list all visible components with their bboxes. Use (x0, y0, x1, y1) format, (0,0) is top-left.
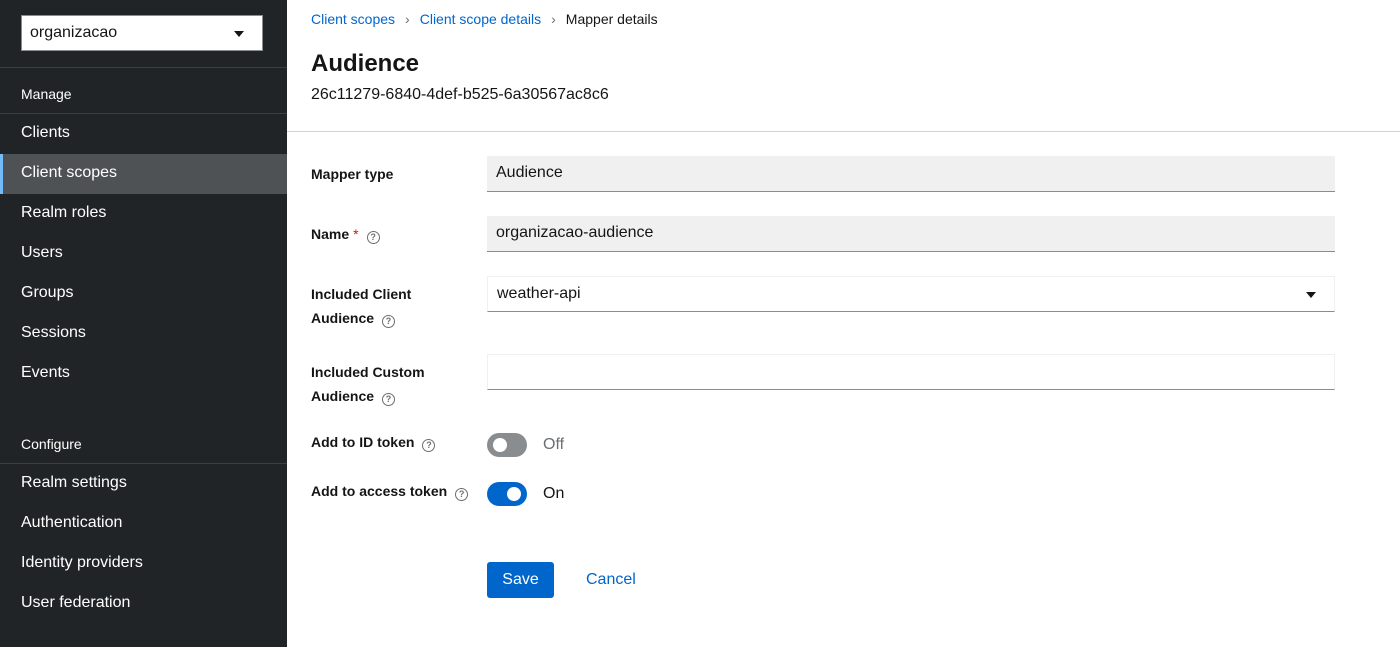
included-custom-audience-label-line1: Included Custom (311, 364, 425, 380)
included-client-audience-label-line2: Audience (311, 310, 375, 326)
name-label: Name *? (311, 222, 380, 246)
sidebar-item-clients[interactable]: Clients (0, 114, 287, 154)
breadcrumb-client-scopes[interactable]: Client scopes (311, 11, 395, 27)
sidebar-item-realm-roles[interactable]: Realm roles (0, 194, 287, 234)
add-to-id-token-label-text: Add to ID token (311, 434, 415, 450)
cancel-button[interactable]: Cancel (572, 562, 650, 598)
breadcrumb-client-scope-details[interactable]: Client scope details (420, 11, 541, 27)
sidebar-divider (0, 67, 287, 68)
add-to-id-token-state: Off (543, 436, 565, 453)
switch-knob (507, 487, 521, 501)
breadcrumb-current: Mapper details (565, 11, 658, 27)
sidebar-item-users[interactable]: Users (0, 234, 287, 274)
mapper-type-value: Audience (496, 164, 563, 181)
chevron-right-icon: › (551, 11, 556, 27)
configure-section-title: Configure (21, 436, 82, 452)
main-content: Client scopes › Client scope details › M… (287, 0, 1400, 647)
help-circle-icon[interactable]: ? (366, 231, 380, 244)
add-to-id-token-label: Add to ID token? (311, 430, 436, 454)
add-to-id-token-switch[interactable] (487, 433, 527, 457)
sidebar-item-realm-settings[interactable]: Realm settings (0, 464, 287, 504)
mapper-type-label: Mapper type (311, 162, 393, 186)
add-to-access-token-label: Add to access token? (311, 479, 469, 503)
manage-section-title: Manage (21, 86, 72, 102)
page-title: Audience (311, 50, 420, 77)
sidebar-item-sessions[interactable]: Sessions (0, 314, 287, 354)
sidebar-item-authentication[interactable]: Authentication (0, 504, 287, 544)
caret-down-icon (1306, 292, 1316, 298)
name-label-text: Name (311, 226, 350, 242)
realm-selector-value: organizacao (30, 24, 118, 41)
included-custom-audience-label-line2: Audience (311, 388, 375, 404)
included-client-audience-label: Included Client Audience? (311, 282, 411, 330)
sidebar-item-events[interactable]: Events (0, 354, 287, 394)
add-to-access-token-state: On (543, 485, 565, 502)
caret-down-icon (234, 31, 244, 37)
sidebar-item-groups[interactable]: Groups (0, 274, 287, 314)
sidebar-item-client-scopes[interactable]: Client scopes (0, 154, 287, 194)
add-to-access-token-label-text: Add to access token (311, 483, 448, 499)
help-circle-icon[interactable]: ? (422, 439, 436, 452)
name-value: organizacao-audience (496, 224, 654, 241)
switch-knob (493, 438, 507, 452)
help-circle-icon[interactable]: ? (382, 393, 396, 406)
help-circle-icon[interactable]: ? (382, 315, 396, 328)
name-field: organizacao-audience (487, 216, 1335, 252)
mapper-type-label-text: Mapper type (311, 166, 394, 182)
sidebar-item-identity-providers[interactable]: Identity providers (0, 544, 287, 584)
sidebar-item-user-federation[interactable]: User federation (0, 584, 287, 624)
save-button[interactable]: Save (487, 562, 554, 598)
included-client-audience-select[interactable]: weather-api (487, 276, 1335, 312)
sidebar: organizacao Manage Clients Client scopes… (0, 0, 287, 647)
mapper-type-field: Audience (487, 156, 1335, 192)
header-divider (287, 131, 1400, 132)
included-client-audience-label-line1: Included Client (311, 286, 412, 302)
chevron-right-icon: › (405, 11, 410, 27)
page-subtitle: 26c11279-6840-4def-b525-6a30567ac8c6 (311, 86, 609, 103)
included-custom-audience-input[interactable] (487, 354, 1335, 390)
included-custom-audience-label: Included Custom Audience? (311, 360, 425, 408)
required-mark: * (353, 226, 359, 242)
realm-selector[interactable]: organizacao (21, 15, 263, 51)
add-to-access-token-switch[interactable] (487, 482, 527, 506)
breadcrumb: Client scopes › Client scope details › M… (311, 11, 658, 27)
included-client-audience-value: weather-api (497, 285, 581, 302)
help-circle-icon[interactable]: ? (455, 488, 469, 501)
